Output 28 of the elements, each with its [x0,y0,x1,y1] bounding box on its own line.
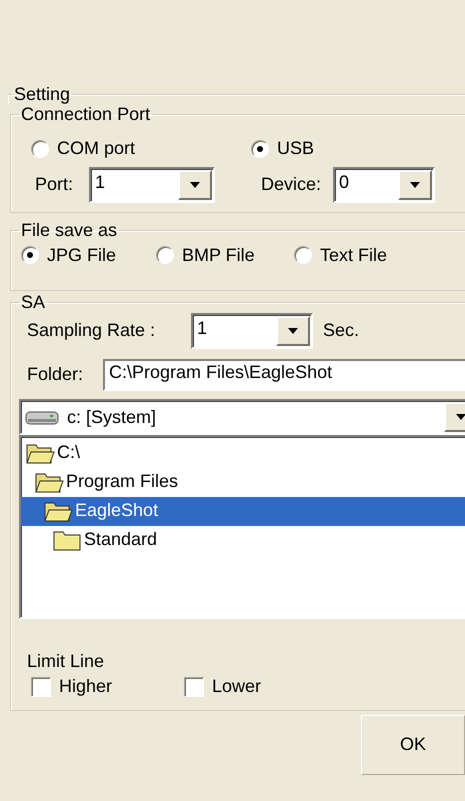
port-dropdown[interactable]: 1 [89,166,215,203]
tree-item[interactable]: C:\ [21,438,465,468]
device-dropdown[interactable]: 0 [333,166,436,203]
field-label: Folder: [27,364,84,386]
checkbox-label[interactable]: Higher [59,676,112,698]
radio-label[interactable]: JPG File [47,244,116,266]
drive-label: c: [System] [67,406,156,428]
folder-field[interactable]: C:\Program Files\EagleShot [103,358,465,391]
radio-label[interactable]: BMP File [182,244,255,266]
section-title: Setting [13,85,72,105]
field-label: Sampling Rate : [27,320,156,342]
drive-dropdown[interactable]: c: [System] [19,398,465,435]
rate-dropdown[interactable]: 1 [191,312,313,349]
unit-label: Sec. [323,320,360,342]
tree-item[interactable]: Standard [21,526,465,555]
tree-item[interactable]: EagleShot [21,496,465,526]
group-title: Connection Port [21,104,152,125]
tree-item[interactable]: Program Files [21,468,465,497]
group-label: Limit Line [26,650,106,672]
ok-button[interactable]: OK [361,714,465,775]
group-title: SA [20,292,46,313]
radio-label[interactable]: COM port [57,138,136,160]
field-label: Port: [35,174,74,196]
group-title: File save as [20,220,118,241]
radio-label[interactable]: Text File [320,244,388,266]
radio-label[interactable]: USB [277,138,314,160]
checkbox-label[interactable]: Lower [212,676,262,698]
field-label: Device: [261,174,322,196]
